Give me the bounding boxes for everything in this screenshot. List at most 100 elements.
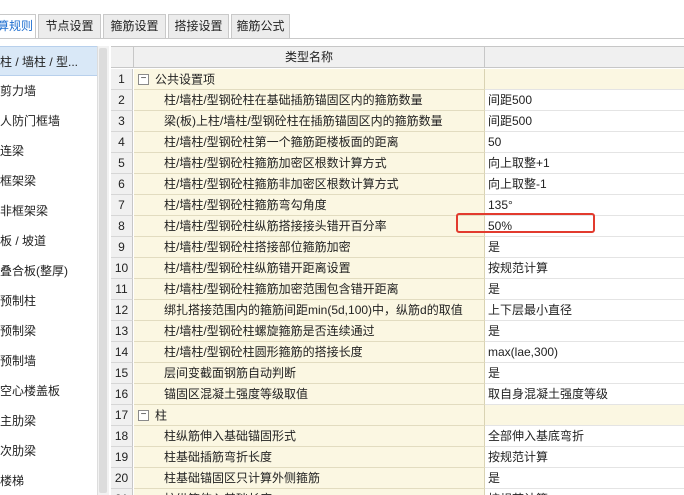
row-value-cell[interactable]: 按规范计算: [485, 447, 684, 468]
grid-row[interactable]: 18 柱纵筋伸入基础锚固形式 全部伸入基底弯折: [111, 426, 684, 447]
grid-row[interactable]: 10 柱/墙柱/型钢砼柱纵筋错开距离设置 按规范计算: [111, 258, 684, 279]
setting-label: 柱/墙柱/型钢砼柱圆形箍筋的搭接长度: [164, 345, 363, 359]
row-value-cell[interactable]: max(lae,300): [485, 342, 684, 363]
row-type-name: 柱/墙柱/型钢砼柱箍筋弯勾角度: [134, 195, 485, 216]
grid-row[interactable]: 20 柱基础锚固区只计算外侧箍筋 是: [111, 468, 684, 489]
row-value-cell[interactable]: 间距500: [485, 90, 684, 111]
setting-label: 层间变截面钢筋自动判断: [164, 366, 297, 380]
row-number: 1: [111, 69, 133, 90]
row-value-cell[interactable]: 50: [485, 132, 684, 153]
setting-label: 柱/墙柱/型钢砼柱箍筋非加密区根数计算方式: [164, 177, 399, 191]
setting-label: 柱/墙柱/型钢砼柱螺旋箍筋是否连续通过: [164, 324, 375, 338]
tab-bar: 算规则 节点设置 箍筋设置 搭接设置 箍筋公式: [0, 0, 684, 39]
row-number: 17: [111, 405, 133, 426]
grid-header-type-name[interactable]: 类型名称: [134, 47, 485, 68]
tab-node-settings[interactable]: 节点设置: [38, 14, 101, 38]
row-value-cell[interactable]: 上下层最小直径: [485, 300, 684, 321]
grid-row[interactable]: 8 柱/墙柱/型钢砼柱纵筋搭接接头错开百分率 50%: [111, 216, 684, 237]
grid-row[interactable]: 16 锚固区混凝土强度等级取值 取自身混凝土强度等级: [111, 384, 684, 405]
left-list-item[interactable]: 预制梁: [0, 316, 97, 346]
row-value-cell[interactable]: 是: [485, 468, 684, 489]
grid-row[interactable]: 21柱纵筋伸入基础长度按规范计算: [111, 489, 684, 495]
setting-label: 柱基础插筋弯折长度: [164, 450, 273, 464]
grid-header-value: [485, 47, 684, 68]
row-value-cell[interactable]: 间距500: [485, 111, 684, 132]
row-value-cell[interactable]: 按规范计算: [485, 489, 684, 495]
row-type-name: 柱/墙柱/型钢砼柱箍筋非加密区根数计算方式: [134, 174, 485, 195]
setting-label: 绑扎搭接范围内的箍筋间距min(5d,100)中，纵筋d的取值: [164, 303, 463, 317]
row-number: 4: [111, 132, 133, 153]
grid-row[interactable]: 5 柱/墙柱/型钢砼柱箍筋加密区根数计算方式 向上取整+1: [111, 153, 684, 174]
row-type-name: 锚固区混凝土强度等级取值: [134, 384, 485, 405]
left-list-item[interactable]: 叠合板(整厚): [0, 256, 97, 286]
row-type-name: 柱基础锚固区只计算外侧箍筋: [134, 468, 485, 489]
left-list-item[interactable]: 柱 / 墙柱 / 型...: [0, 46, 97, 76]
left-list-item[interactable]: 楼梯: [0, 466, 97, 495]
setting-label: 柱/墙柱/型钢砼柱搭接部位箍筋加密: [164, 240, 351, 254]
collapse-minus-icon[interactable]: −: [138, 74, 149, 86]
grid-row[interactable]: 12 绑扎搭接范围内的箍筋间距min(5d,100)中，纵筋d的取值 上下层最小直径: [111, 300, 684, 321]
row-value-cell[interactable]: 是: [485, 279, 684, 300]
row-value-cell: [485, 405, 684, 426]
rule-settings-grid: 类型名称 1− 公共设置项 2 柱/墙柱/型钢砼柱在基础插筋锚固区内的箍筋数量 间距50…: [111, 46, 684, 495]
left-list-item[interactable]: 人防门框墙: [0, 106, 97, 136]
grid-row[interactable]: 7 柱/墙柱/型钢砼柱箍筋弯勾角度 135°: [111, 195, 684, 216]
grid-row[interactable]: 4 柱/墙柱/型钢砼柱第一个箍筋距楼板面的距离 50: [111, 132, 684, 153]
left-list-item[interactable]: 板 / 坡道: [0, 226, 97, 256]
row-type-name: 柱/墙柱/型钢砼柱箍筋加密范围包含错开距离: [134, 279, 485, 300]
left-list-item[interactable]: 预制柱: [0, 286, 97, 316]
left-list-item[interactable]: 主肋梁: [0, 406, 97, 436]
row-number: 20: [111, 468, 133, 489]
row-number: 7: [111, 195, 133, 216]
grid-group-row[interactable]: 1− 公共设置项: [111, 69, 684, 90]
row-type-name: − 公共设置项: [134, 69, 485, 90]
row-value-cell[interactable]: 是: [485, 363, 684, 384]
grid-row[interactable]: 19 柱基础插筋弯折长度 按规范计算: [111, 447, 684, 468]
row-value-cell[interactable]: 全部伸入基底弯折: [485, 426, 684, 447]
row-value-cell[interactable]: 是: [485, 321, 684, 342]
left-list-item[interactable]: 空心楼盖板: [0, 376, 97, 406]
row-type-name: 柱纵筋伸入基础锚固形式: [134, 426, 485, 447]
row-value-cell[interactable]: 是: [485, 237, 684, 258]
row-type-name: 梁(板)上柱/墙柱/型钢砼柱在插筋锚固区内的箍筋数量: [134, 111, 485, 132]
row-number: 9: [111, 237, 133, 258]
left-list-item[interactable]: 连梁: [0, 136, 97, 166]
row-number: 18: [111, 426, 133, 447]
grid-row[interactable]: 13 柱/墙柱/型钢砼柱螺旋箍筋是否连续通过 是: [111, 321, 684, 342]
row-number: 12: [111, 300, 133, 321]
left-list-item[interactable]: 剪力墙: [0, 76, 97, 106]
row-value-cell[interactable]: 向上取整+1: [485, 153, 684, 174]
collapse-minus-icon[interactable]: −: [138, 410, 149, 422]
row-number: 3: [111, 111, 133, 132]
tab-calc-rules[interactable]: 算规则: [0, 14, 36, 39]
row-number: 2: [111, 90, 133, 111]
grid-row[interactable]: 9 柱/墙柱/型钢砼柱搭接部位箍筋加密 是: [111, 237, 684, 258]
row-type-name: 柱/墙柱/型钢砼柱箍筋加密区根数计算方式: [134, 153, 485, 174]
setting-label: 锚固区混凝土强度等级取值: [164, 387, 309, 401]
row-type-name: − 柱: [134, 405, 485, 426]
row-value-cell[interactable]: 取自身混凝土强度等级: [485, 384, 684, 405]
left-list-item[interactable]: 非框架梁: [0, 196, 97, 226]
grid-row[interactable]: 6 柱/墙柱/型钢砼柱箍筋非加密区根数计算方式 向上取整-1: [111, 174, 684, 195]
tab-stirrup-settings[interactable]: 箍筋设置: [103, 14, 166, 38]
setting-label: 柱/墙柱/型钢砼柱纵筋错开距离设置: [164, 261, 351, 275]
grid-row[interactable]: 15 层间变截面钢筋自动判断 是: [111, 363, 684, 384]
tab-stirrup-formula[interactable]: 箍筋公式: [231, 14, 290, 38]
grid-row[interactable]: 2 柱/墙柱/型钢砼柱在基础插筋锚固区内的箍筋数量 间距500: [111, 90, 684, 111]
left-list-item[interactable]: 预制墙: [0, 346, 97, 376]
left-list-scroll-thumb[interactable]: [99, 48, 107, 493]
row-number: 10: [111, 258, 133, 279]
setting-label: 柱基础锚固区只计算外侧箍筋: [164, 471, 321, 485]
row-value-cell[interactable]: 向上取整-1: [485, 174, 684, 195]
row-value-cell[interactable]: 按规范计算: [485, 258, 684, 279]
left-list-item[interactable]: 框架梁: [0, 166, 97, 196]
left-list-item[interactable]: 次肋梁: [0, 436, 97, 466]
tab-lap-settings[interactable]: 搭接设置: [168, 14, 229, 38]
grid-row[interactable]: 3 梁(板)上柱/墙柱/型钢砼柱在插筋锚固区内的箍筋数量 间距500: [111, 111, 684, 132]
grid-row[interactable]: 14 柱/墙柱/型钢砼柱圆形箍筋的搭接长度 max(lae,300): [111, 342, 684, 363]
grid-group-row[interactable]: 17− 柱: [111, 405, 684, 426]
row-type-name: 柱/墙柱/型钢砼柱圆形箍筋的搭接长度: [134, 342, 485, 363]
setting-label: 柱/墙柱/型钢砼柱箍筋弯勾角度: [164, 198, 327, 212]
row-type-name: 柱/墙柱/型钢砼柱纵筋错开距离设置: [134, 258, 485, 279]
grid-row[interactable]: 11 柱/墙柱/型钢砼柱箍筋加密范围包含错开距离 是: [111, 279, 684, 300]
